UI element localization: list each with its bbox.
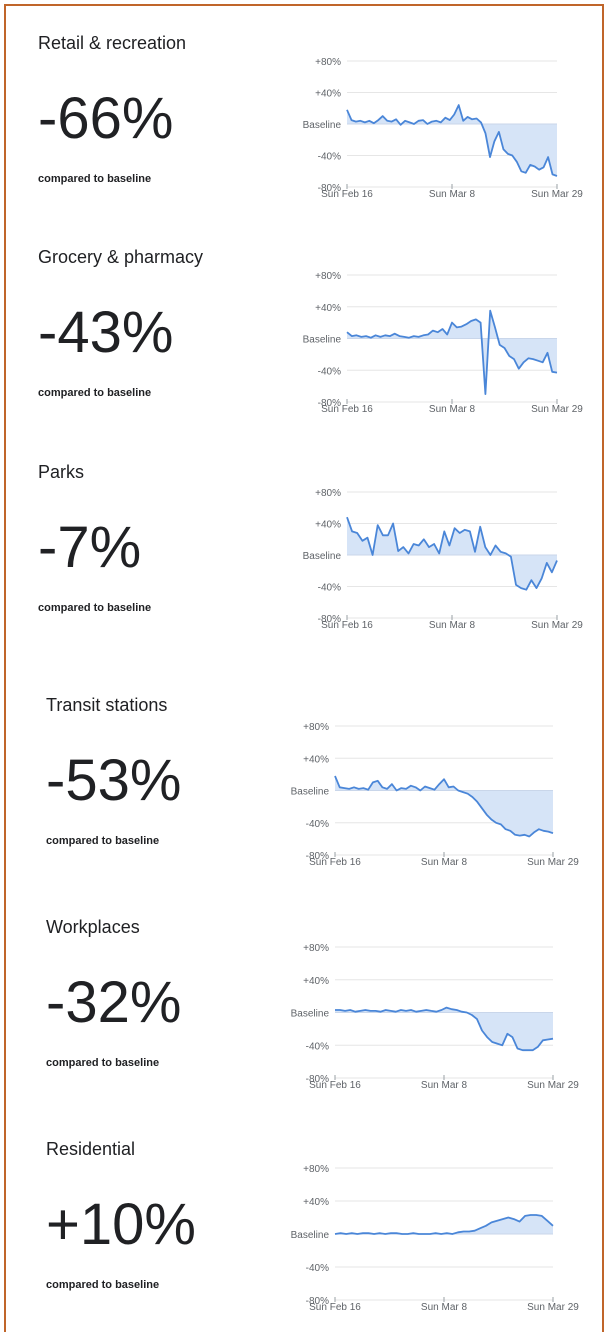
y-tick-label: -40% — [318, 152, 341, 163]
comparison-caption: compared to baseline — [38, 387, 152, 399]
x-tick-label: Sun Feb 16 — [321, 404, 373, 415]
category-title: Retail & recreation — [38, 33, 187, 53]
trend-chart: +80%+40%Baseline-40%-80%Sun Feb 16 Sun Ma… — [291, 1164, 580, 1313]
y-tick-label: +80% — [315, 488, 341, 499]
y-tick-label: -40% — [318, 366, 341, 377]
y-tick-label: +80% — [303, 1164, 329, 1175]
trend-chart: +80%+40%Baseline-40%-80%Sun Feb 16 Sun Ma… — [291, 722, 580, 868]
x-tick-label: Sun Feb 16 — [321, 620, 373, 631]
x-tick-label: Sun Mar 8 — [429, 404, 476, 415]
y-tick-label: +80% — [315, 271, 341, 282]
change-area — [335, 1215, 553, 1234]
percent-change: -32% — [46, 970, 182, 1035]
y-tick-label: Baseline — [291, 1230, 330, 1241]
x-tick-label: Sun Mar 8 — [421, 1080, 468, 1091]
y-tick-label: Baseline — [291, 1009, 330, 1020]
comparison-caption: compared to baseline — [46, 1279, 160, 1291]
y-tick-label: +80% — [315, 57, 341, 68]
change-area — [347, 105, 557, 176]
comparison-caption: compared to baseline — [46, 1057, 160, 1069]
category-title: Parks — [38, 462, 85, 482]
trend-chart: +80%+40%Baseline-40%-80%Sun Feb 16 Sun Ma… — [303, 271, 584, 415]
x-tick-label: Sun Mar 29 — [527, 1080, 579, 1091]
percent-change: -53% — [46, 748, 182, 813]
y-tick-label: +40% — [315, 303, 341, 314]
x-tick-label: Sun Mar 8 — [421, 857, 468, 868]
y-tick-label: +40% — [303, 976, 329, 987]
trend-chart: +80%+40%Baseline-40%-80%Sun Feb 16 Sun Ma… — [303, 488, 584, 631]
x-tick-label: Sun Mar 8 — [429, 189, 476, 200]
x-tick-label: Sun Mar 29 — [527, 1302, 579, 1313]
category-title: Grocery & pharmacy — [38, 247, 204, 267]
y-tick-label: -40% — [318, 583, 341, 594]
x-tick-label: Sun Mar 8 — [421, 1302, 468, 1313]
category-title: Residential — [46, 1139, 136, 1159]
y-tick-label: Baseline — [303, 120, 342, 131]
y-tick-label: Baseline — [303, 335, 342, 346]
y-tick-label: +40% — [315, 520, 341, 531]
percent-change: -7% — [38, 515, 142, 580]
y-tick-label: +40% — [303, 1197, 329, 1208]
y-tick-label: +40% — [303, 754, 329, 765]
x-tick-label: Sun Mar 29 — [531, 189, 583, 200]
comparison-caption: compared to baseline — [38, 602, 152, 614]
category-title: Transit stations — [46, 695, 168, 715]
x-tick-label: Sun Feb 16 — [321, 189, 373, 200]
y-tick-label: +80% — [303, 722, 329, 733]
x-tick-label: Sun Feb 16 — [309, 857, 361, 868]
y-tick-label: Baseline — [303, 551, 342, 562]
percent-change: +10% — [46, 1192, 196, 1257]
x-tick-label: Sun Mar 29 — [527, 857, 579, 868]
change-area — [335, 1007, 553, 1051]
trend-chart: +80%+40%Baseline-40%-80%Sun Feb 16 Sun Ma… — [291, 943, 580, 1091]
y-tick-label: -40% — [306, 1263, 329, 1274]
change-area — [335, 776, 553, 837]
comparison-caption: compared to baseline — [38, 173, 152, 185]
x-tick-label: Sun Mar 29 — [531, 620, 583, 631]
percent-change: -43% — [38, 300, 174, 365]
category-title: Workplaces — [46, 917, 140, 937]
y-tick-label: +80% — [303, 943, 329, 954]
x-tick-label: Sun Mar 8 — [429, 620, 476, 631]
y-tick-label: Baseline — [291, 787, 330, 798]
x-tick-label: Sun Mar 29 — [531, 404, 583, 415]
y-tick-label: -40% — [306, 819, 329, 830]
y-tick-label: +40% — [315, 89, 341, 100]
percent-change: -66% — [38, 86, 174, 151]
trend-chart: +80%+40%Baseline-40%-80%Sun Feb 16 Sun Ma… — [303, 57, 584, 200]
x-tick-label: Sun Feb 16 — [309, 1080, 361, 1091]
x-tick-label: Sun Feb 16 — [309, 1302, 361, 1313]
y-tick-label: -40% — [306, 1041, 329, 1052]
comparison-caption: compared to baseline — [46, 835, 160, 847]
